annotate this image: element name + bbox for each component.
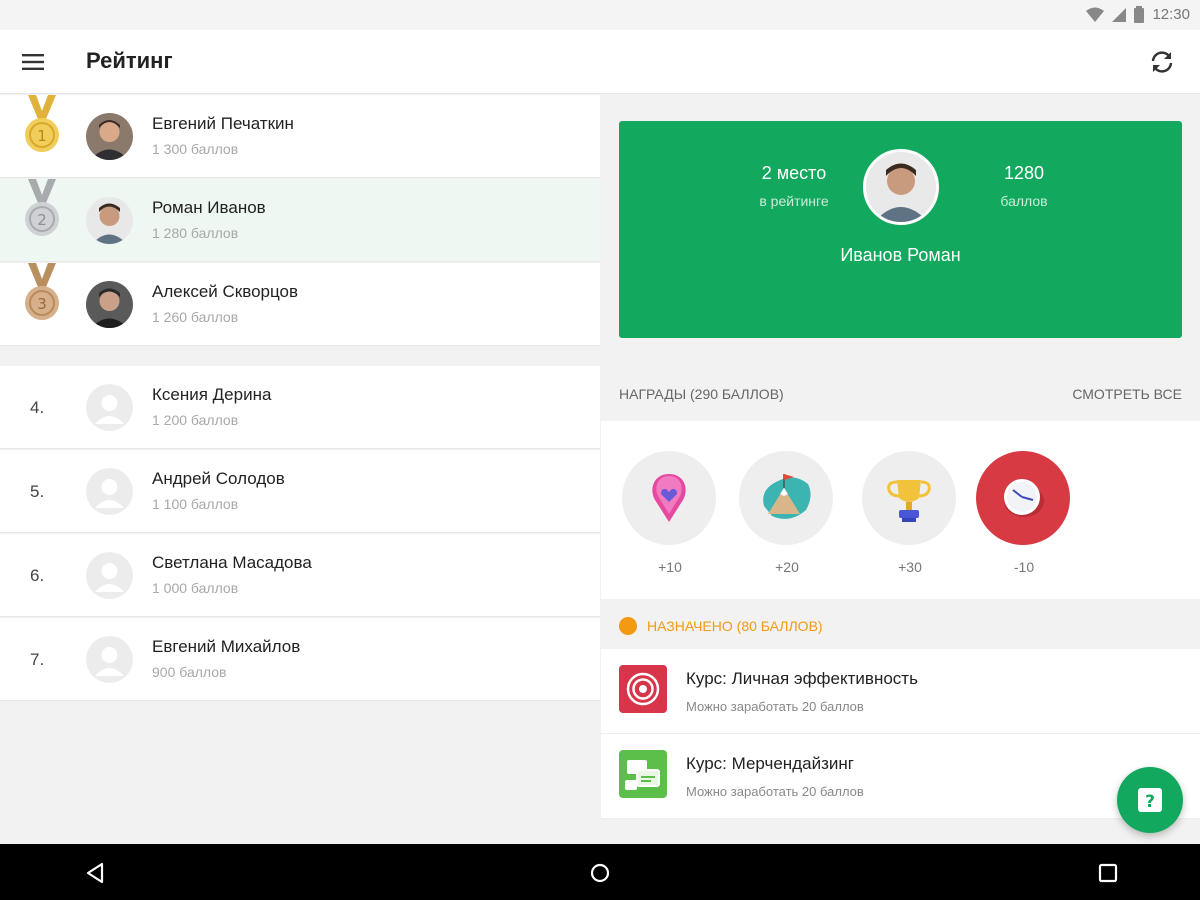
reward-badge[interactable]: +30 [862,451,958,575]
row-points: 1 100 баллов [152,496,239,512]
row-points: 900 баллов [152,664,227,680]
course-subtitle: Можно заработать 20 баллов [686,699,864,714]
heart-pin-icon [652,474,686,522]
profile-card: 2 место в рейтинге 1280 баллов Иванов Ро… [619,121,1182,338]
row-name: Роман Иванов [152,198,266,217]
course-title: Курс: Мерчендайзинг [686,754,854,773]
assigned-label: НАЗНАЧЕНО (80 БАЛЛОВ) [647,618,823,634]
merch-icon [619,750,667,798]
profile-panel: 2 место в рейтинге 1280 баллов Иванов Ро… [601,95,1200,844]
reward-value: +30 [898,559,922,575]
medal-rank: 3 [37,295,47,313]
course-subtitle: Можно заработать 20 баллов [686,784,864,799]
back-icon [86,862,104,884]
signal-icon [1112,7,1127,22]
svg-text:?: ? [1145,792,1155,812]
leaderboard-row[interactable]: 5. Андрей Солодов 1 100 баллов [0,450,600,533]
target-icon [619,665,667,713]
profile-place-label: в рейтинге [759,193,829,209]
profile-score: 1280 [1003,163,1045,183]
row-name: Ксения Дерина [152,385,272,404]
avatar-placeholder [86,384,133,431]
rank-number: 7. [30,650,45,669]
gold-medal-icon: 1 [25,95,59,152]
trophy-icon [887,480,931,522]
refresh-button[interactable] [1144,44,1180,80]
rewards-header: НАГРАДЫ (290 БАЛЛОВ) [619,386,784,402]
avatar-placeholder [86,636,133,683]
reward-value: +20 [775,559,799,575]
reward-badge[interactable]: +10 [622,451,718,575]
status-bar: 12:30 [0,0,1200,30]
status-time: 12:30 [1152,6,1190,23]
avatar [86,197,133,244]
leaderboard-row[interactable]: 1 Евгений Печаткин 1 300 баллов [0,95,600,178]
rank-number: 5. [30,482,45,501]
clock-icon [1004,479,1044,517]
row-points: 1 200 баллов [152,412,239,428]
silver-medal-icon: 2 [25,179,59,236]
rank-number: 6. [30,566,45,585]
course-row[interactable]: Курс: Мерчендайзинг Можно заработать 20 … [601,734,1200,819]
reward-value: +10 [658,559,682,575]
leaderboard-row[interactable]: 6. Светлана Масадова 1 000 баллов [0,534,600,617]
avatar [86,113,133,160]
leaderboard-row[interactable]: 4. Ксения Дерина 1 200 баллов [0,366,600,449]
refresh-icon [1151,51,1173,73]
leaderboard-row-selected[interactable]: 2 Роман Иванов 1 280 баллов [0,179,600,262]
reward-badge[interactable]: +20 [739,451,835,575]
profile-place: 2 место [761,163,827,183]
row-points: 1 280 баллов [152,225,239,241]
help-button[interactable]: ? [1117,767,1183,833]
battery-icon [1134,6,1145,23]
avatar [86,281,133,328]
status-icons: 12:30 [1086,6,1190,23]
row-name: Алексей Скворцов [152,282,299,301]
row-name: Светлана Масадова [152,553,312,572]
profile-score-label: баллов [1000,193,1048,209]
rank-number: 4. [30,398,45,417]
row-name: Андрей Солодов [152,469,285,488]
page-title: Рейтинг [86,48,173,73]
mountain-flag-icon [763,474,811,519]
course-title: Курс: Личная эффективность [686,669,918,688]
menu-button[interactable] [14,44,52,80]
row-points: 1 300 баллов [152,141,239,157]
assigned-header: НАЗНАЧЕНО (80 БАЛЛОВ) [601,599,1200,649]
nav-home-button[interactable] [585,858,615,888]
view-all-link[interactable]: СМОТРЕТЬ ВСЕ [1072,386,1182,402]
app-bar: Рейтинг [0,30,1200,94]
row-name: Евгений Печаткин [152,114,294,133]
home-icon [590,863,610,883]
avatar-placeholder [86,468,133,515]
reward-badge[interactable]: -10 [976,451,1072,575]
nav-recents-button[interactable] [1093,858,1123,888]
assigned-dot-icon [619,617,637,635]
leaderboard-panel: 1 Евгений Печаткин 1 300 баллов 2 Роман … [0,95,600,844]
rewards-strip: +10 +20 +30 -10 [601,421,1200,599]
profile-avatar [863,149,939,225]
recents-icon [1098,863,1118,883]
leaderboard-row[interactable]: 3 Алексей Скворцов 1 260 баллов [0,263,600,346]
medal-rank: 1 [37,127,47,145]
bronze-medal-icon: 3 [25,263,59,320]
row-points: 1 000 баллов [152,580,239,596]
wifi-icon [1086,7,1105,22]
profile-name: Иванов Роман [840,245,961,265]
navigation-bar [0,844,1200,900]
reward-value: -10 [1013,559,1035,575]
menu-icon [22,54,44,70]
row-name: Евгений Михайлов [152,637,301,656]
avatar-placeholder [86,552,133,599]
medal-rank: 2 [37,211,47,229]
row-points: 1 260 баллов [152,309,239,325]
nav-back-button[interactable] [80,858,110,888]
leaderboard-row[interactable]: 7. Евгений Михайлов 900 баллов [0,618,600,701]
help-icon: ? [1138,788,1162,812]
course-row[interactable]: Курс: Личная эффективность Можно заработ… [601,649,1200,734]
